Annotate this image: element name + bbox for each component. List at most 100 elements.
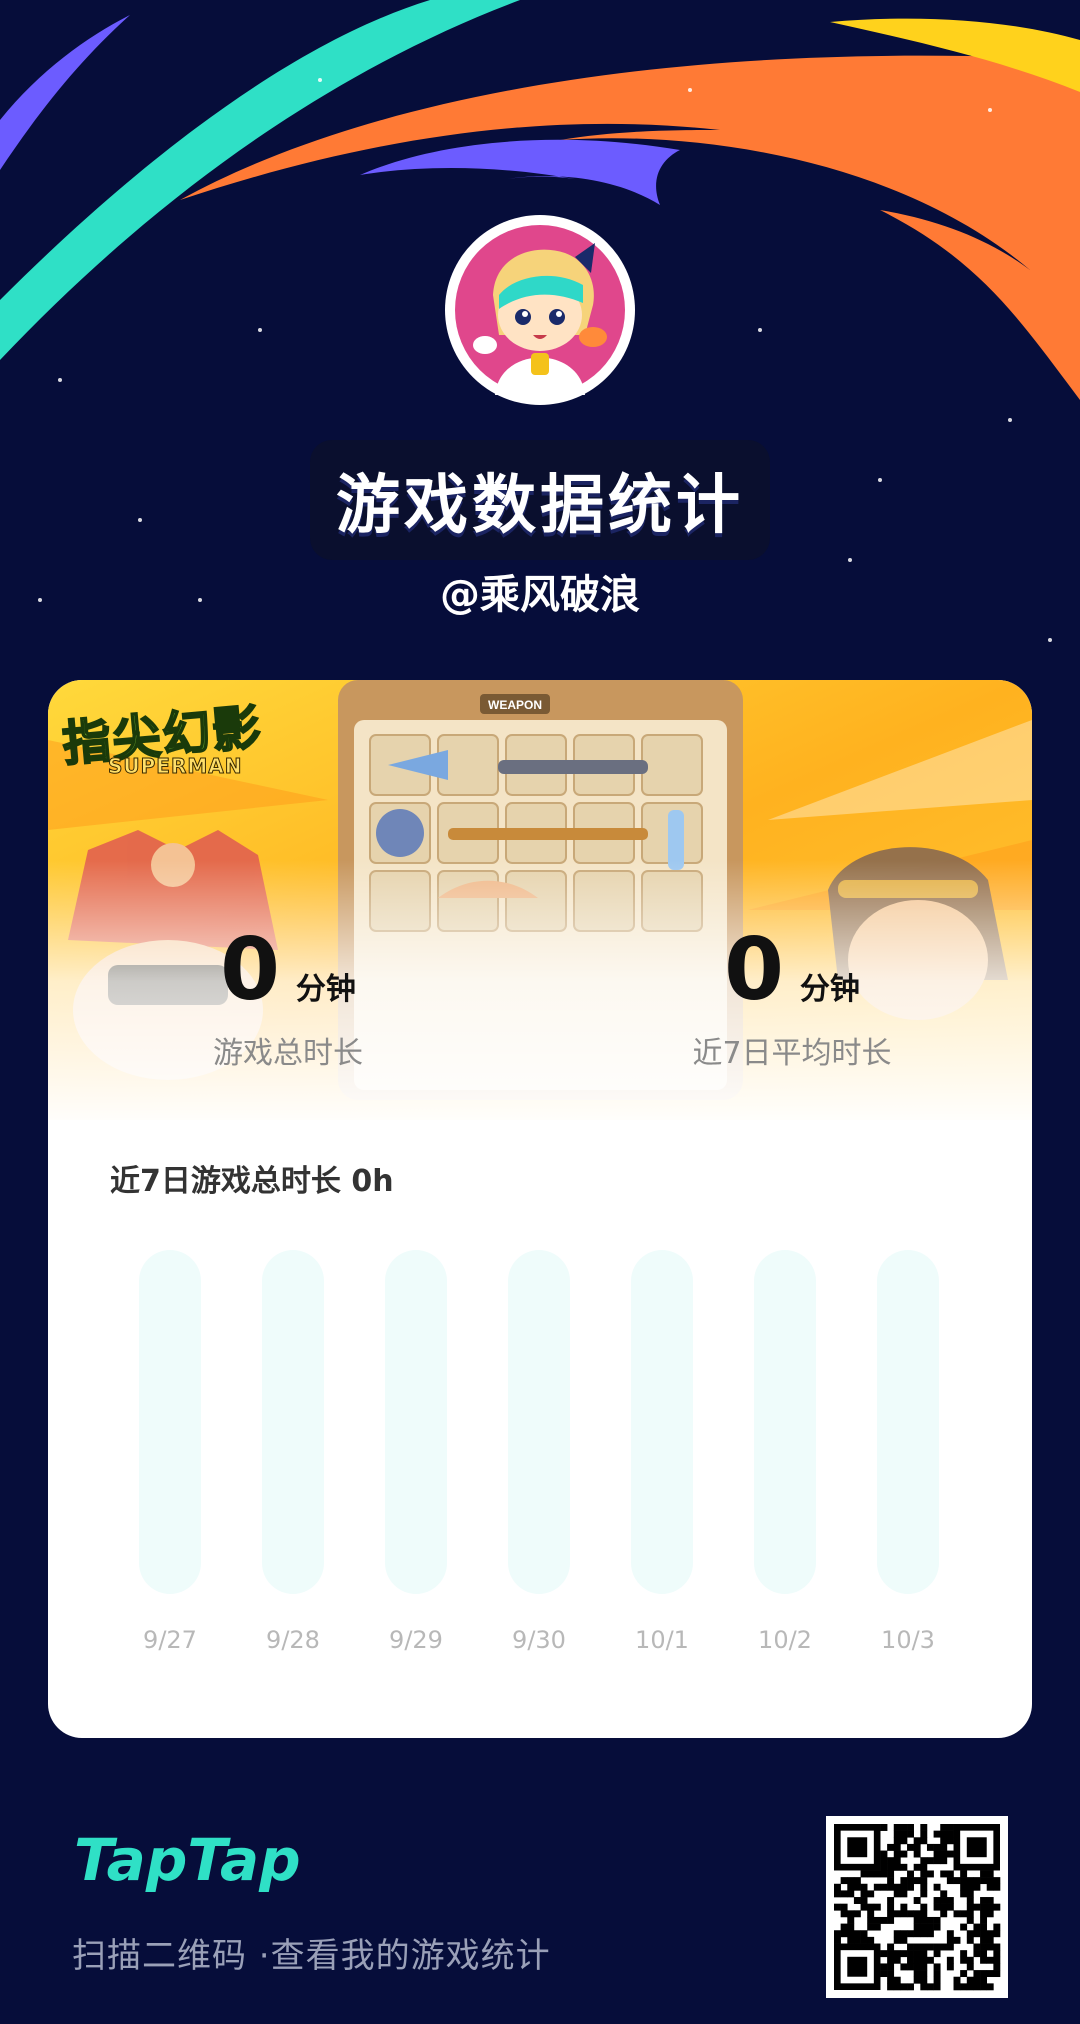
qr-module xyxy=(913,1837,921,1845)
qr-module xyxy=(920,1857,928,1865)
qr-module xyxy=(973,1943,981,1951)
qr-module xyxy=(920,1930,928,1938)
qr-module xyxy=(847,1883,855,1891)
qr-module xyxy=(847,1877,855,1885)
qr-module xyxy=(966,1930,974,1938)
qr-module xyxy=(986,1903,994,1911)
purple-streak-left xyxy=(0,15,130,170)
qr-module xyxy=(946,1936,954,1944)
qr-module xyxy=(900,1930,908,1938)
qr-module xyxy=(893,1910,901,1918)
qr-module xyxy=(834,1890,841,1898)
qr-module xyxy=(913,1843,921,1851)
qr-module xyxy=(907,1877,914,1885)
qr-module xyxy=(880,1916,888,1924)
qr-module xyxy=(960,1983,968,1991)
qr-module xyxy=(933,1903,941,1911)
qr-module xyxy=(933,1970,941,1978)
qr-module xyxy=(900,1850,908,1858)
qr-module xyxy=(913,1943,921,1951)
qr-code-icon xyxy=(826,1816,1008,1998)
x-tick-label: 9/29 xyxy=(389,1626,443,1654)
qr-module xyxy=(913,1863,921,1871)
qr-module xyxy=(933,1983,941,1991)
qr-module xyxy=(900,1824,908,1831)
qr-module xyxy=(900,1910,908,1918)
qr-module xyxy=(860,1870,868,1878)
qr-module xyxy=(926,1843,934,1851)
x-tick-label: 10/1 xyxy=(635,1626,689,1654)
qr-module xyxy=(966,1936,974,1944)
qr-module xyxy=(907,1830,914,1838)
qr-module xyxy=(900,1837,908,1845)
qr-module xyxy=(980,1923,988,1931)
qr-module xyxy=(853,1883,861,1891)
qr-module xyxy=(873,1903,881,1911)
qr-module xyxy=(946,1897,954,1904)
qr-module xyxy=(933,1950,941,1958)
qr-module xyxy=(887,1943,895,1951)
qr-module xyxy=(860,1897,868,1904)
qr-module xyxy=(900,1877,908,1885)
qr-module xyxy=(853,1877,861,1885)
qr-module xyxy=(913,1970,921,1978)
qr-module xyxy=(847,1930,855,1938)
qr-module xyxy=(920,1837,928,1845)
qr-module xyxy=(907,1843,914,1851)
qr-module xyxy=(966,1916,974,1924)
qr-module xyxy=(920,1824,928,1831)
bar-track xyxy=(262,1250,324,1594)
qr-module xyxy=(920,1903,928,1911)
qr-module xyxy=(887,1870,895,1878)
qr-module xyxy=(920,1983,928,1991)
chart-title: 近7日游戏总时长 0h xyxy=(110,1156,394,1200)
qr-module xyxy=(920,1910,928,1918)
qr-module xyxy=(933,1923,941,1931)
qr-module xyxy=(960,1950,968,1958)
qr-module xyxy=(980,1897,988,1904)
qr-module xyxy=(873,1883,881,1891)
qr-module xyxy=(993,1956,1001,1964)
qr-module xyxy=(940,1824,948,1831)
qr-module xyxy=(887,1950,895,1958)
qr-module xyxy=(946,1850,954,1858)
qr-module xyxy=(980,1930,988,1938)
footer-caption: 扫描二维码 ·查看我的游戏统计 xyxy=(72,1936,551,1976)
qr-module xyxy=(920,1923,928,1931)
qr-finder-center xyxy=(966,1837,987,1858)
qr-module xyxy=(920,1863,928,1871)
qr-module xyxy=(986,1956,994,1964)
qr-module xyxy=(933,1916,941,1924)
qr-module xyxy=(966,1883,974,1891)
qr-module xyxy=(860,1890,868,1898)
qr-module xyxy=(900,1830,908,1838)
qr-module xyxy=(913,1963,921,1971)
bar-track xyxy=(631,1250,693,1594)
qr-module xyxy=(966,1897,974,1904)
stat-total-playtime: 0 分钟 游戏总时长 xyxy=(68,920,508,1072)
qr-module xyxy=(900,1863,908,1871)
qr-module xyxy=(940,1910,948,1918)
qr-module xyxy=(933,1943,941,1951)
qr-module xyxy=(887,1910,895,1918)
user-avatar[interactable] xyxy=(445,215,635,405)
qr-module xyxy=(913,1950,921,1958)
qr-module xyxy=(913,1850,921,1858)
qr-module xyxy=(907,1983,914,1991)
qr-module xyxy=(900,1950,908,1958)
qr-module xyxy=(980,1877,988,1885)
stat-unit: 分钟 xyxy=(295,972,356,1007)
qr-module xyxy=(966,1983,974,1991)
qr-module xyxy=(960,1970,968,1978)
qr-module xyxy=(966,1956,974,1964)
qr-module xyxy=(946,1956,954,1964)
qr-module xyxy=(946,1963,954,1971)
qr-finder-center xyxy=(847,1956,868,1977)
qr-module xyxy=(860,1936,868,1944)
qr-module xyxy=(880,1824,888,1831)
stat-label: 游戏总时长 xyxy=(213,1036,363,1071)
qr-module xyxy=(880,1970,888,1978)
qr-module xyxy=(907,1910,914,1918)
qr-module xyxy=(940,1943,948,1951)
qr-module xyxy=(920,1877,928,1885)
